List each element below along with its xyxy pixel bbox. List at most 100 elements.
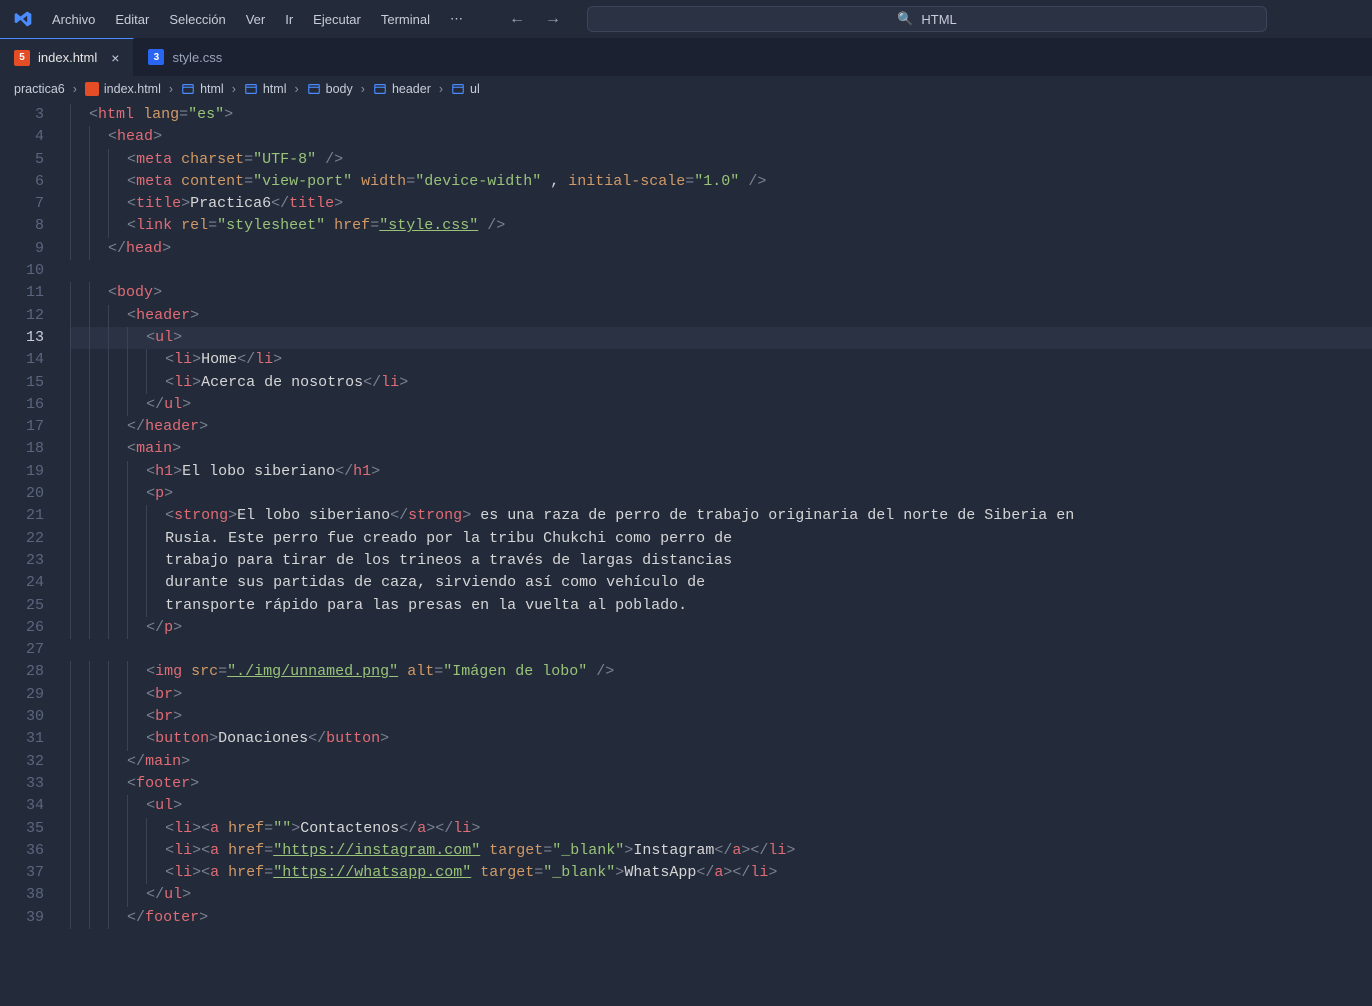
code-line[interactable]: <header> — [70, 305, 1372, 327]
code-line[interactable]: <body> — [70, 282, 1372, 304]
symbol-icon — [307, 82, 321, 96]
code-line[interactable]: <footer> — [70, 773, 1372, 795]
command-center-search[interactable]: 🔍 HTML — [587, 6, 1267, 32]
line-number: 16 — [0, 394, 70, 416]
line-number: 19 — [0, 461, 70, 483]
code-line[interactable]: <ul> — [70, 795, 1372, 817]
line-number: 27 — [0, 639, 70, 661]
nav-forward-icon[interactable]: → — [539, 6, 567, 32]
breadcrumb-html[interactable]: html — [181, 82, 224, 96]
code-line[interactable]: <p> — [70, 483, 1372, 505]
code-line[interactable] — [70, 639, 1372, 661]
code-line[interactable]: <button>Donaciones</button> — [70, 728, 1372, 750]
line-number: 10 — [0, 260, 70, 282]
code-line[interactable]: <li><a href="">Contactenos</a></li> — [70, 818, 1372, 840]
breadcrumb-label: index.html — [104, 82, 161, 96]
code-line[interactable]: </p> — [70, 617, 1372, 639]
chevron-right-icon: › — [73, 82, 77, 96]
line-number: 26 — [0, 617, 70, 639]
code-line[interactable]: <ul> — [70, 327, 1372, 349]
code-line[interactable]: <li><a href="https://whatsapp.com" targe… — [70, 862, 1372, 884]
code-line[interactable]: <main> — [70, 438, 1372, 460]
line-number: 22 — [0, 528, 70, 550]
nav-back-icon[interactable]: ← — [503, 6, 531, 32]
line-number: 6 — [0, 171, 70, 193]
breadcrumb-ul[interactable]: ul — [451, 82, 480, 96]
line-number: 14 — [0, 349, 70, 371]
code-line[interactable] — [70, 260, 1372, 282]
code-line[interactable]: <link rel="stylesheet" href="style.css" … — [70, 215, 1372, 237]
code-editor[interactable]: 3456789101112131415161718192021222324252… — [0, 102, 1372, 1006]
menu-archivo[interactable]: Archivo — [42, 6, 105, 33]
symbol-icon — [181, 82, 195, 96]
code-line[interactable]: <li><a href="https://instagram.com" targ… — [70, 840, 1372, 862]
code-line[interactable]: <li>Home</li> — [70, 349, 1372, 371]
code-line[interactable]: </ul> — [70, 394, 1372, 416]
code-line[interactable]: <meta charset="UTF-8" /> — [70, 149, 1372, 171]
code-line[interactable]: transporte rápido para las presas en la … — [70, 595, 1372, 617]
breadcrumb-index.html[interactable]: 5 index.html — [85, 82, 161, 96]
code-line[interactable]: </head> — [70, 238, 1372, 260]
line-number: 31 — [0, 728, 70, 750]
chevron-right-icon: › — [439, 82, 443, 96]
breadcrumb-label: practica6 — [14, 82, 65, 96]
line-number: 28 — [0, 661, 70, 683]
code-line[interactable]: <head> — [70, 126, 1372, 148]
chevron-right-icon: › — [294, 82, 298, 96]
line-number: 4 — [0, 126, 70, 148]
menu-ejecutar[interactable]: Ejecutar — [303, 6, 371, 33]
line-number: 18 — [0, 438, 70, 460]
menu-editar[interactable]: Editar — [105, 6, 159, 33]
breadcrumb-label: ul — [470, 82, 480, 96]
breadcrumb-practica6[interactable]: practica6 — [14, 82, 65, 96]
vscode-logo-icon — [12, 8, 34, 30]
code-line[interactable]: </header> — [70, 416, 1372, 438]
symbol-icon — [244, 82, 258, 96]
code-line[interactable]: </ul> — [70, 884, 1372, 906]
menu-ir[interactable]: Ir — [275, 6, 303, 33]
line-number: 36 — [0, 840, 70, 862]
tab-label: index.html — [38, 50, 97, 65]
code-line[interactable]: <br> — [70, 684, 1372, 706]
code-line[interactable]: <meta content="view-port" width="device-… — [70, 171, 1372, 193]
code-line[interactable]: <br> — [70, 706, 1372, 728]
code-line[interactable]: <h1>El lobo siberiano</h1> — [70, 461, 1372, 483]
tab-style-css[interactable]: 3style.css — [134, 38, 237, 76]
chevron-right-icon: › — [169, 82, 173, 96]
code-line[interactable]: <strong>El lobo siberiano</strong> es un… — [70, 505, 1372, 527]
tab-index-html[interactable]: 5index.html× — [0, 38, 134, 76]
line-number: 23 — [0, 550, 70, 572]
code-line[interactable]: Rusia. Este perro fue creado por la trib… — [70, 528, 1372, 550]
menu-overflow[interactable]: ⋯ — [440, 5, 473, 33]
code-line[interactable]: </main> — [70, 751, 1372, 773]
code-line[interactable]: trabajo para tirar de los trineos a trav… — [70, 550, 1372, 572]
breadcrumb-body[interactable]: body — [307, 82, 353, 96]
code-line[interactable]: </footer> — [70, 907, 1372, 929]
line-number: 32 — [0, 751, 70, 773]
menu-selección[interactable]: Selección — [159, 6, 235, 33]
breadcrumb-html[interactable]: html — [244, 82, 287, 96]
menu-ver[interactable]: Ver — [236, 6, 276, 33]
code-line[interactable]: durante sus partidas de caza, sirviendo … — [70, 572, 1372, 594]
nav-arrows: ← → — [503, 6, 567, 32]
breadcrumb-header[interactable]: header — [373, 82, 431, 96]
line-number-gutter: 3456789101112131415161718192021222324252… — [0, 102, 70, 1006]
line-number: 30 — [0, 706, 70, 728]
line-number: 34 — [0, 795, 70, 817]
code-line[interactable]: <title>Practica6</title> — [70, 193, 1372, 215]
code-area[interactable]: <html lang="es"> <head> <meta charset="U… — [70, 102, 1372, 1006]
code-line[interactable]: <html lang="es"> — [70, 104, 1372, 126]
menu-terminal[interactable]: Terminal — [371, 6, 440, 33]
close-icon[interactable]: × — [111, 50, 119, 66]
breadcrumb[interactable]: practica6›5index.html›html›html›body›hea… — [0, 76, 1372, 102]
line-number: 7 — [0, 193, 70, 215]
code-line[interactable]: <li>Acerca de nosotros</li> — [70, 372, 1372, 394]
symbol-icon — [373, 82, 387, 96]
line-number: 33 — [0, 773, 70, 795]
line-number: 8 — [0, 215, 70, 237]
search-text: HTML — [921, 12, 956, 27]
code-line[interactable]: <img src="./img/unnamed.png" alt="Imágen… — [70, 661, 1372, 683]
line-number: 3 — [0, 104, 70, 126]
html-file-icon: 5 — [85, 82, 99, 96]
line-number: 38 — [0, 884, 70, 906]
